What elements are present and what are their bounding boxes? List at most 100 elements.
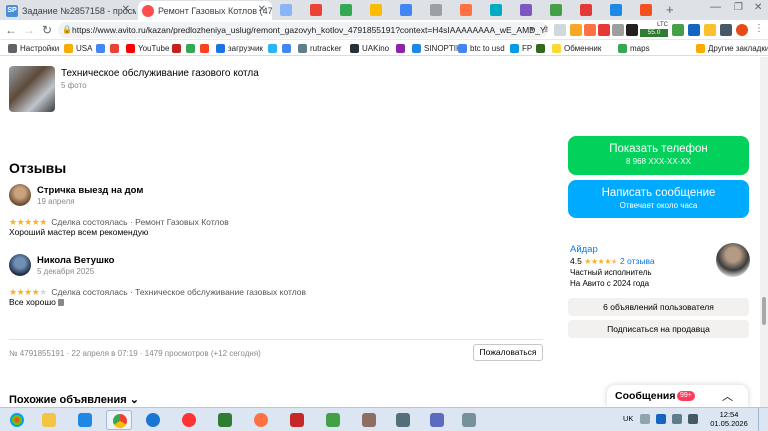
menu-dots-icon[interactable]: ⋮ bbox=[754, 23, 764, 34]
new-tab-icon[interactable]: + bbox=[666, 2, 674, 17]
tab-favicon[interactable] bbox=[640, 4, 652, 16]
taskbar-app[interactable] bbox=[356, 410, 382, 430]
tray-icon[interactable] bbox=[640, 414, 650, 424]
bookmark-other[interactable]: Другие закладки bbox=[696, 43, 768, 54]
language-indicator[interactable]: UK bbox=[623, 414, 633, 423]
tab-favicon[interactable] bbox=[490, 4, 502, 16]
ltc-price-extension[interactable]: LTC 55.0 bbox=[640, 22, 668, 38]
start-button[interactable] bbox=[4, 410, 30, 430]
bookmark-zagruzchik[interactable]: загрузчик bbox=[216, 43, 263, 54]
extension-icon[interactable] bbox=[704, 24, 716, 36]
puzzle-icon[interactable] bbox=[720, 24, 732, 36]
extension-icon[interactable] bbox=[626, 24, 638, 36]
bookmark-nastroiki[interactable]: Настройки bbox=[8, 43, 59, 54]
tab-favicon[interactable] bbox=[400, 4, 412, 16]
taskbar-app[interactable] bbox=[212, 410, 238, 430]
tray-icon[interactable] bbox=[656, 414, 666, 424]
messages-badge: 99+ bbox=[677, 391, 695, 401]
avatar[interactable] bbox=[736, 24, 748, 36]
taskbar-chrome[interactable] bbox=[106, 410, 132, 430]
bookmark-rutracker[interactable]: rutracker bbox=[298, 43, 342, 54]
maximize-icon[interactable]: ❐ bbox=[734, 2, 743, 13]
similar-heading[interactable]: Похожие объявления ⌄ bbox=[9, 393, 139, 406]
tab-favicon[interactable] bbox=[430, 4, 442, 16]
taskbar-yandex[interactable] bbox=[176, 410, 202, 430]
close-icon[interactable]: ✕ bbox=[258, 4, 266, 15]
bookmark-weather[interactable] bbox=[268, 43, 280, 54]
bookmark-obmennik[interactable]: Обменник bbox=[552, 43, 601, 54]
tab-favicon[interactable] bbox=[550, 4, 562, 16]
bookmark-youtube[interactable]: YouTube bbox=[126, 43, 169, 54]
minimize-icon[interactable]: — bbox=[710, 1, 721, 13]
bookmark-maps[interactable] bbox=[186, 43, 198, 54]
volume-icon[interactable] bbox=[688, 414, 698, 424]
scrollbar-thumb[interactable] bbox=[762, 297, 766, 325]
service-title[interactable]: Техническое обслуживание газового котла bbox=[61, 68, 259, 79]
address-bar[interactable]: 🔒 https://www.avito.ru/kazan/predlozheni… bbox=[58, 22, 548, 38]
back-icon[interactable]: ← bbox=[4, 22, 18, 38]
extension-icon[interactable] bbox=[554, 24, 566, 36]
bookmark-maps2[interactable]: maps bbox=[618, 43, 650, 54]
tab-favicon[interactable] bbox=[340, 4, 352, 16]
service-photo[interactable] bbox=[9, 66, 55, 112]
seller-name[interactable]: Айдар bbox=[570, 244, 598, 255]
taskbar-app[interactable] bbox=[390, 410, 416, 430]
seller-avatar[interactable] bbox=[716, 243, 750, 277]
bookmark-label: Другие закладки bbox=[708, 44, 768, 53]
taskbar-64[interactable] bbox=[284, 410, 310, 430]
taskbar-app[interactable] bbox=[424, 410, 450, 430]
search-icon bbox=[110, 44, 119, 53]
messages-widget[interactable]: Сообщения 99+ ︿ bbox=[607, 385, 748, 407]
tab-favicon[interactable] bbox=[310, 4, 322, 16]
seller-reviews-link[interactable]: 2 отзыва bbox=[620, 256, 655, 266]
report-button[interactable]: Пожаловаться bbox=[473, 344, 543, 361]
bookmark-search[interactable] bbox=[110, 43, 122, 54]
bookmark-ext[interactable] bbox=[536, 43, 548, 54]
taskbar-app[interactable] bbox=[456, 410, 482, 430]
tab-favicon[interactable] bbox=[580, 4, 592, 16]
close-icon[interactable]: ✕ bbox=[122, 4, 130, 15]
extension-icon[interactable] bbox=[570, 24, 582, 36]
extension-icon[interactable] bbox=[584, 24, 596, 36]
bookmark-fp[interactable]: FP bbox=[510, 43, 532, 54]
bookmark-sinoptik[interactable]: SINOPTIK bbox=[412, 43, 461, 54]
bookmark-usa[interactable]: USA bbox=[64, 43, 92, 54]
extension-icon[interactable] bbox=[612, 24, 624, 36]
clock[interactable]: 12:54 01.05.2026 bbox=[704, 410, 754, 428]
user-ads-button[interactable]: 6 объявлений пользователя bbox=[568, 298, 749, 316]
taskbar-app[interactable] bbox=[72, 410, 98, 430]
taskbar-app[interactable] bbox=[320, 410, 346, 430]
subscribe-button[interactable]: Подписаться на продавца bbox=[568, 320, 749, 338]
bookmark-google[interactable] bbox=[96, 43, 108, 54]
tab-favicon[interactable] bbox=[460, 4, 472, 16]
taskbar-media[interactable] bbox=[248, 410, 274, 430]
extension-icon[interactable] bbox=[598, 24, 610, 36]
bookmark-uakino[interactable]: UAKino bbox=[350, 43, 389, 54]
share-icon[interactable]: ⇪ bbox=[542, 24, 550, 35]
tab-task[interactable]: SP Задание №2857158 - просмотр з ✕ bbox=[2, 1, 136, 20]
tab-favicon[interactable] bbox=[520, 4, 532, 16]
tab-avito[interactable]: Ремонт Газовых Котлов (4791855 ✕ bbox=[138, 1, 272, 20]
scrollbar[interactable] bbox=[760, 57, 768, 407]
bookmark-chart[interactable] bbox=[396, 43, 408, 54]
extension-icon[interactable] bbox=[688, 24, 700, 36]
chevron-down-icon[interactable]: ▾ bbox=[530, 24, 535, 35]
bookmark-translate[interactable] bbox=[282, 43, 294, 54]
forward-icon[interactable]: → bbox=[22, 22, 36, 38]
reload-icon[interactable]: ↻ bbox=[40, 22, 54, 38]
network-icon[interactable] bbox=[672, 414, 682, 424]
bookmark-btc[interactable]: btc to usd bbox=[458, 43, 505, 54]
taskbar-ie[interactable] bbox=[140, 410, 166, 430]
close-window-icon[interactable]: ✕ bbox=[754, 2, 762, 13]
show-desktop-button[interactable] bbox=[758, 408, 768, 431]
bookmark-gmail[interactable] bbox=[172, 43, 184, 54]
tab-favicon[interactable] bbox=[370, 4, 382, 16]
bookmark-yandex[interactable] bbox=[200, 43, 212, 54]
chevron-up-icon[interactable]: ︿ bbox=[722, 388, 733, 404]
extension-icon[interactable] bbox=[672, 24, 684, 36]
tab-favicon[interactable] bbox=[280, 4, 292, 16]
write-message-button[interactable]: Написать сообщение Отвечает около часа bbox=[568, 180, 749, 218]
show-phone-button[interactable]: Показать телефон 8 968 XXX-XX-XX bbox=[568, 136, 749, 175]
taskbar-explorer[interactable] bbox=[36, 410, 62, 430]
tab-favicon[interactable] bbox=[610, 4, 622, 16]
